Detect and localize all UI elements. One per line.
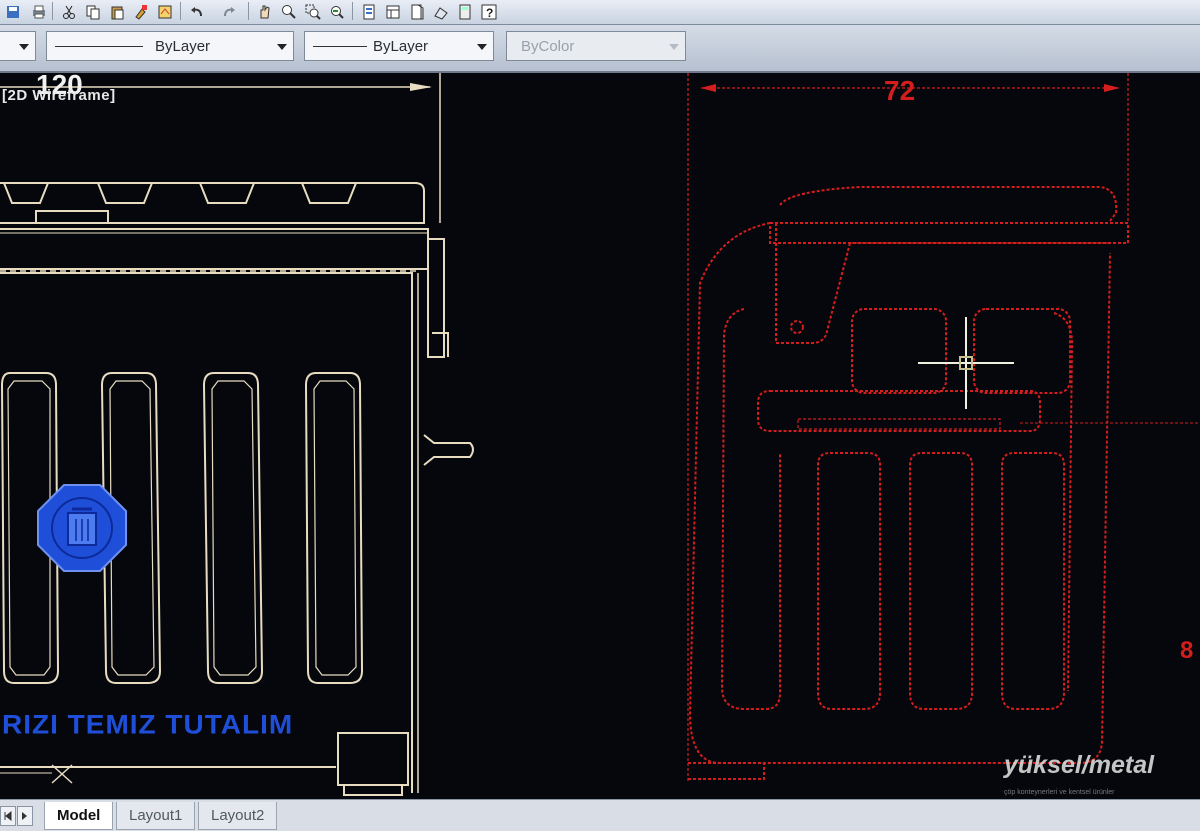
match-properties-icon[interactable] xyxy=(130,1,152,23)
copy-icon[interactable] xyxy=(82,1,104,23)
handle-grip xyxy=(797,418,1001,430)
lineweight-control[interactable]: ByLayer xyxy=(304,31,494,61)
linetype-preview xyxy=(55,46,143,47)
toolbar-separator xyxy=(248,2,249,20)
side-pin xyxy=(423,434,474,466)
next-tab-icon[interactable] xyxy=(17,806,33,826)
sheet-set-icon[interactable] xyxy=(430,1,452,23)
layout-tab-bar: Model Layout1 Layout2 xyxy=(0,799,1200,831)
lid-recess xyxy=(301,182,357,204)
lid-rim xyxy=(0,228,429,270)
linetype-value: ByLayer xyxy=(155,38,211,55)
tool-palettes-icon[interactable] xyxy=(406,1,428,23)
tab-layout1[interactable]: Layout1 xyxy=(116,802,196,830)
container-slogan-text: RIZI TEMIZ TUTALIM xyxy=(2,709,294,740)
redo-icon[interactable] xyxy=(218,1,240,23)
tab-model[interactable]: Model xyxy=(44,802,114,830)
hinge-bolt xyxy=(790,320,804,334)
drawing-area[interactable]: 120 [2D Wireframe] 72 8 RIZI TEMIZ TUTAL… xyxy=(0,69,1200,799)
hinge-detail xyxy=(432,332,449,357)
zoom-realtime-icon[interactable] xyxy=(278,1,300,23)
calculator-icon[interactable] xyxy=(454,1,476,23)
cut-icon[interactable] xyxy=(58,1,80,23)
brand-watermark: yüksel/metal çöp konteynerleri ve kentse… xyxy=(1004,751,1200,799)
body-slot-inner xyxy=(211,380,257,676)
standard-toolbar: ? xyxy=(0,0,1200,25)
recycle-logo xyxy=(37,484,127,572)
hinge-plate xyxy=(775,223,851,344)
watermark-brand: yüksel/metal xyxy=(1004,751,1155,779)
viewport-label[interactable]: [2D Wireframe] xyxy=(2,87,116,104)
linetype-control[interactable]: ByLayer xyxy=(46,31,294,61)
design-center-icon[interactable] xyxy=(382,1,404,23)
help-icon[interactable]: ? xyxy=(478,1,500,23)
lid-front xyxy=(769,222,1129,244)
side-slot xyxy=(1001,452,1065,710)
dimension-arrow-icon xyxy=(410,83,432,91)
tab-layout1-label: Layout1 xyxy=(129,807,183,824)
tab-model-label: Model xyxy=(57,807,101,824)
side-window xyxy=(851,308,947,394)
front-view-container xyxy=(0,73,474,796)
hinge-bracket xyxy=(427,238,445,358)
plot-icon[interactable] xyxy=(28,1,50,23)
first-tab-icon[interactable] xyxy=(0,806,16,826)
toolbar-separator xyxy=(352,2,353,20)
tab-layout2[interactable]: Layout2 xyxy=(198,802,278,830)
lineweight-preview xyxy=(313,46,367,47)
dropdown-arrow-icon[interactable] xyxy=(477,44,487,50)
body-outline-side xyxy=(688,222,1111,764)
color-control[interactable] xyxy=(0,31,36,61)
paste-icon[interactable] xyxy=(106,1,128,23)
side-contour-left xyxy=(720,308,781,710)
cad-drawing xyxy=(0,73,1200,796)
wheel-base xyxy=(343,784,403,796)
dropdown-arrow-icon xyxy=(19,44,29,50)
lineweight-value: ByLayer xyxy=(373,38,429,55)
lid-top xyxy=(779,186,1118,222)
properties-toolbar: ByLayer ByLayer ByColor xyxy=(0,25,1200,73)
plotstyle-value: ByColor xyxy=(521,38,575,55)
toolbar-separator xyxy=(52,2,53,20)
lid-recess xyxy=(3,182,49,204)
watermark-tagline: çöp konteynerleri ve kentsel ürünler xyxy=(1004,789,1115,796)
side-wheel-base xyxy=(688,762,765,780)
zoom-previous-icon[interactable] xyxy=(326,1,348,23)
zoom-window-icon[interactable] xyxy=(302,1,324,23)
dimension-text-partial: 8 xyxy=(1180,637,1194,664)
markup-icon[interactable] xyxy=(154,1,176,23)
side-view-container xyxy=(687,73,1200,783)
dimension-text-side: 72 xyxy=(884,75,916,106)
toolbar-separator xyxy=(180,2,181,20)
pan-icon[interactable] xyxy=(254,1,276,23)
dropdown-arrow-icon[interactable] xyxy=(277,44,287,50)
crosshair-cursor xyxy=(918,317,1014,409)
lid-handle xyxy=(35,210,109,224)
dropdown-arrow-icon xyxy=(669,44,679,50)
save-as-icon[interactable] xyxy=(2,1,24,23)
body-slot-inner xyxy=(313,380,357,676)
lid-recess xyxy=(97,182,153,204)
side-window xyxy=(973,308,1071,394)
plotstyle-control: ByColor xyxy=(506,31,686,61)
wheel-block xyxy=(337,732,409,786)
side-slot xyxy=(817,452,881,710)
autocad-window: ? ByLayer ByLayer ByColor 120 [2D Wirefr… xyxy=(0,0,1200,831)
side-slot xyxy=(909,452,973,710)
handle-bar xyxy=(757,390,1041,432)
lid-recess xyxy=(199,182,255,204)
svg-text:?: ? xyxy=(486,6,493,20)
properties-icon[interactable] xyxy=(358,1,380,23)
tab-layout2-label: Layout2 xyxy=(211,807,265,824)
undo-icon[interactable] xyxy=(186,1,208,23)
